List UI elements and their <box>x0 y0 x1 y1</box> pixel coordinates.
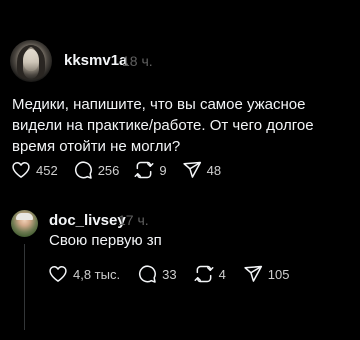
repost-arrows-icon <box>194 265 214 283</box>
avatar-face-shape <box>23 49 39 71</box>
repost-button[interactable]: 9 <box>134 160 167 180</box>
post-username[interactable]: kksmv1a <box>64 52 127 69</box>
reply-timestamp: 17 ч. <box>118 212 149 228</box>
avatar-cap-shape <box>16 213 33 220</box>
repost-count: 9 <box>159 162 167 178</box>
comment-button[interactable]: 256 <box>73 160 120 180</box>
comment-count: 256 <box>97 162 120 178</box>
send-paper-plane-icon <box>244 265 262 282</box>
heart-icon <box>12 162 30 178</box>
avatar[interactable] <box>10 40 52 82</box>
post-timestamp: 18 ч. <box>122 53 153 69</box>
reply-comment: doc_livsey 17 ч. Свою первую зп 4,8 тыс.… <box>0 192 360 340</box>
reply-actions: 4,8 тыс. 33 4 105 <box>48 264 307 284</box>
reply-repost-count: 4 <box>218 266 226 282</box>
post-text: Медики, напишите, что вы самое ужасное в… <box>12 96 314 155</box>
reply-avatar[interactable] <box>11 210 38 237</box>
reply-comment-button[interactable]: 33 <box>137 264 177 284</box>
reply-like-count: 4,8 тыс. <box>73 266 121 282</box>
reply-username[interactable]: doc_livsey <box>49 212 126 229</box>
heart-icon <box>49 266 67 282</box>
reply-repost-button[interactable]: 4 <box>194 264 226 284</box>
post-actions: 452 256 9 48 <box>11 160 236 180</box>
repost-arrows-icon <box>134 161 154 179</box>
reply-share-count: 105 <box>267 266 290 282</box>
like-count: 452 <box>36 162 58 178</box>
send-paper-plane-icon <box>182 161 201 178</box>
share-button[interactable]: 48 <box>182 160 221 180</box>
reply-like-button[interactable]: 4,8 тыс. <box>48 264 120 284</box>
share-count: 48 <box>206 162 222 178</box>
comment-bubble-icon <box>139 265 157 283</box>
comment-bubble-icon <box>74 161 92 179</box>
reply-text: Свою первую зп <box>49 232 162 249</box>
thread-post: kksmv1a 18 ч. Медики, напишите, что вы с… <box>0 0 360 192</box>
like-button[interactable]: 452 <box>11 160 58 180</box>
thread-line <box>24 244 25 330</box>
reply-share-button[interactable]: 105 <box>243 264 290 284</box>
reply-comment-count: 33 <box>162 266 177 282</box>
